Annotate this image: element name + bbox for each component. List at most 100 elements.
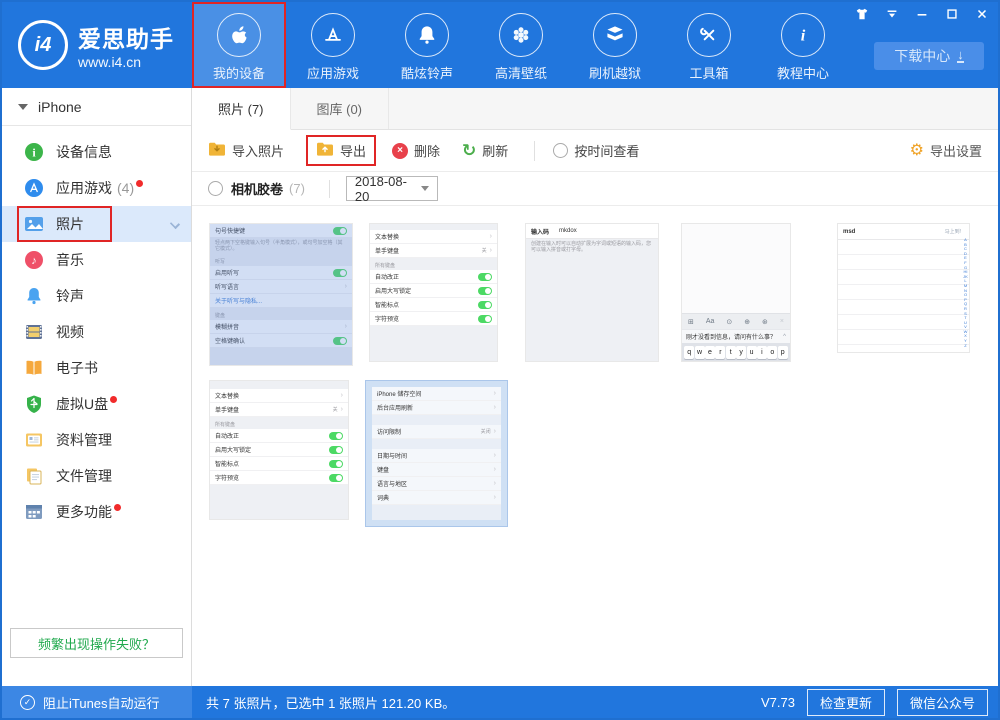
refresh-label: 刷新 [482, 141, 508, 160]
nav-ringtones[interactable]: 酷炫铃声 [380, 2, 474, 88]
photo-thumbnail-4[interactable]: ⊞Aa⊙⊕⊛× 刚才没看到信息，请问有什么事？ ^ qwertyuiop [681, 223, 791, 362]
info-icon: i [781, 13, 825, 57]
chevron-right-icon [341, 392, 343, 399]
camera-roll-label: 相机胶卷 [231, 179, 283, 198]
camera-roll-radio[interactable] [208, 181, 223, 196]
sidebar-item-apps-games[interactable]: 应用游戏 (4) [2, 170, 191, 206]
check-circle-icon: ⊙ [726, 318, 732, 326]
minimize-icon[interactable] [914, 6, 930, 22]
caret-up-icon: ^ [783, 334, 786, 340]
sidebar-item-ringtones[interactable]: 铃声 [2, 278, 191, 314]
list-line [838, 285, 969, 300]
sidebar-item-label: 资料管理 [56, 430, 112, 450]
keyboard-toolbar-icons: ⊞Aa⊙⊕⊛× [682, 313, 790, 329]
ios-row: 文本替换 [370, 230, 497, 244]
nav-label: 刷机越狱 [589, 63, 641, 82]
wechat-account-button[interactable]: 微信公众号 [897, 689, 988, 716]
toggle-on-icon [333, 269, 347, 277]
close-icon: × [780, 318, 784, 325]
ios-row: 后台应用刷新 [372, 401, 501, 415]
toggle-on-icon [478, 315, 492, 323]
list-line [838, 240, 969, 255]
photo-thumbnail-7-selected[interactable]: iPhone 储存空间 后台应用刷新 访问限制关闭 日期与时间 键盘 语言与地区… [365, 380, 508, 527]
version-label: V7.73 [761, 695, 795, 710]
export-label: 导出 [340, 141, 366, 160]
chevron-right-icon [494, 480, 496, 487]
download-center-button[interactable]: 下载中心 ↓ [874, 42, 984, 70]
ios-row: 词典 [372, 491, 501, 505]
header: i4 爱思助手 www.i4.cn 我的设备 应用游戏 [2, 2, 998, 88]
collapse-triangle-icon [18, 104, 28, 110]
svg-text:i: i [801, 26, 806, 44]
chevron-down-icon[interactable] [170, 219, 180, 229]
nav-label: 高清壁纸 [495, 63, 547, 82]
ios-row: 智能标点 [210, 457, 348, 471]
chevron-right-icon [490, 247, 492, 254]
sidebar-item-data-management[interactable]: 资料管理 [2, 422, 191, 458]
list-line [838, 270, 969, 285]
sidebar-item-ebooks[interactable]: 电子书 [2, 350, 191, 386]
block-itunes-label: 阻止iTunes自动运行 [43, 693, 160, 712]
operation-failure-help-button[interactable]: 频繁出现操作失败？ [10, 628, 183, 658]
tab-gallery[interactable]: 图库 (0) [291, 88, 390, 129]
sidebar-item-photos[interactable]: 照片 [2, 206, 191, 242]
main-content: 照片 (7) 图库 (0) 导入照片 导出 [192, 88, 998, 686]
status-bar: 阻止iTunes自动运行 共 7 张照片，已选中 1 张照片 121.20 KB… [2, 686, 998, 718]
delete-icon [392, 143, 408, 159]
refresh-button[interactable]: 刷新 [462, 141, 508, 160]
skin-icon[interactable] [854, 6, 870, 22]
toolbox-icon [687, 13, 731, 57]
photo-thumbnail-5[interactable]: msd 马上到! ABCDEFGHIJKLMNOPQRSTUVWXYZ [837, 223, 970, 353]
sidebar: iPhone i 设备信息 应用游戏 (4) [2, 88, 192, 686]
photo-thumbnail-3[interactable]: 输入码 mkdox 创建在输入时可以自动扩展为字词或短语的输入码，您可以输入拼音… [525, 223, 659, 362]
device-header[interactable]: iPhone [2, 88, 191, 126]
notification-dot [110, 396, 117, 403]
sidebar-item-videos[interactable]: 视频 [2, 314, 191, 350]
chevron-right-icon [345, 283, 347, 290]
filter-bar: 相机胶卷 (7) 2018-08-20 [192, 172, 998, 206]
photo-thumbnail-6[interactable]: 文本替换 单手键盘关 所有键盘 自动改正 启用大写锁定 智能标点 字符预览 [209, 380, 349, 520]
nav-apps-games[interactable]: 应用游戏 [286, 2, 380, 88]
nav-label: 酷炫铃声 [401, 63, 453, 82]
check-update-button[interactable]: 检查更新 [807, 689, 885, 716]
date-value: 2018-08-20 [355, 174, 421, 204]
plus-circle-icon: ⊕ [744, 318, 750, 326]
photo-thumbnail-1[interactable]: 句号快捷键 轻点两下空格键输入句号（半角模式），或句号加空格（其它模式）。 听写… [209, 223, 353, 366]
sidebar-item-device-info[interactable]: i 设备信息 [2, 134, 191, 170]
ios-section: 听写 [210, 254, 352, 266]
toggle-on-icon [478, 301, 492, 309]
view-by-time-radio[interactable]: 按时间查看 [553, 141, 639, 160]
ios-row: 日期与时间 [372, 449, 501, 463]
tray-menu-icon[interactable] [884, 6, 900, 22]
delete-button[interactable]: 删除 [392, 141, 440, 160]
chevron-right-icon [494, 428, 496, 435]
block-itunes-toggle[interactable]: 阻止iTunes自动运行 [2, 686, 192, 718]
nav-jailbreak[interactable]: 刷机越狱 [568, 2, 662, 88]
export-settings-label: 导出设置 [930, 141, 982, 160]
sidebar-item-file-management[interactable]: 文件管理 [2, 458, 191, 494]
nav-my-device[interactable]: 我的设备 [192, 2, 286, 88]
export-settings-button[interactable]: 导出设置 [910, 141, 982, 160]
photo-thumbnail-2[interactable]: 文本替换 单手键盘关 所有键盘 自动改正 启用大写锁定 智能标点 字符预览 [369, 223, 498, 362]
import-photos-label: 导入照片 [232, 141, 284, 160]
date-dropdown[interactable]: 2018-08-20 [346, 176, 438, 201]
sidebar-item-music[interactable]: ♪ 音乐 [2, 242, 191, 278]
export-button[interactable]: 导出 [306, 135, 376, 166]
ios-section: 所有键盘 [370, 258, 497, 270]
list-line [838, 330, 969, 345]
ios-row: 自动改正 [370, 270, 497, 284]
tab-photos[interactable]: 照片 (7) [192, 88, 291, 130]
help-button-label: 频繁出现操作失败？ [38, 634, 155, 653]
view-by-time-label: 按时间查看 [574, 141, 639, 160]
nav-wallpapers[interactable]: 高清壁纸 [474, 2, 568, 88]
import-photos-button[interactable]: 导入照片 [208, 141, 284, 160]
ios-row: 听写语言 [210, 280, 352, 294]
maximize-icon[interactable] [944, 6, 960, 22]
nav-toolbox[interactable]: 工具箱 [662, 2, 756, 88]
close-icon[interactable] [974, 6, 990, 22]
nav-tutorials[interactable]: i 教程中心 [756, 2, 850, 88]
sidebar-item-more-functions[interactable]: 更多功能 [2, 494, 191, 530]
ios-row: 模糊拼音 [210, 320, 352, 334]
nav-label: 应用游戏 [307, 63, 359, 82]
sidebar-item-virtual-usb[interactable]: 虚拟U盘 [2, 386, 191, 422]
